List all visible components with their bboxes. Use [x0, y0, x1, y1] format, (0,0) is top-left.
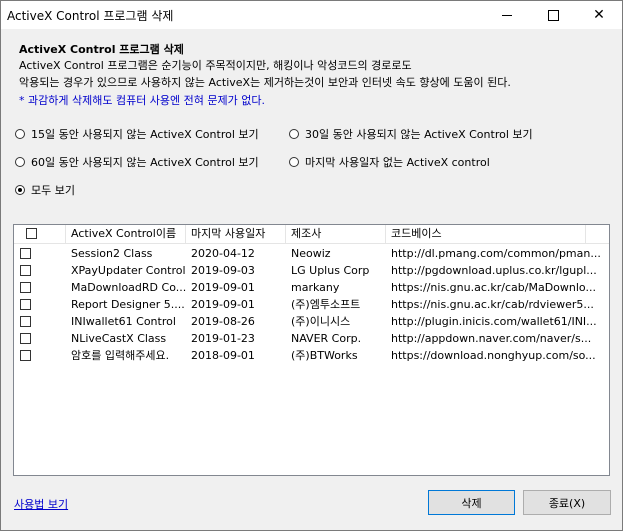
cell-name: Report Designer 5.... [71, 298, 185, 311]
table-row[interactable]: XPayUpdater Control 2019-09-03 LG Uplus … [14, 262, 609, 279]
cell-name: Session2 Class [71, 247, 153, 260]
cell-codebase: https://nis.gnu.ac.kr/cab/rdviewer5... [391, 298, 594, 311]
radio-show-all[interactable]: 모두 보기 [15, 182, 75, 198]
list-header: ActiveX Control이름 마지막 사용일자 제조사 코드베이스 [14, 225, 609, 244]
row-checkbox[interactable] [20, 248, 31, 259]
radio-30-days-label: 30일 동안 사용되지 않는 ActiveX Control 보기 [305, 128, 533, 141]
cell-vendor: LG Uplus Corp [291, 264, 370, 277]
radio-30-days-indicator[interactable] [289, 129, 299, 139]
maximize-icon [547, 9, 559, 21]
radio-60-days-label: 60일 동안 사용되지 않는 ActiveX Control 보기 [31, 156, 259, 169]
column-header-date[interactable]: 마지막 사용일자 [186, 225, 286, 243]
cell-date: 2020-04-12 [191, 247, 255, 260]
table-row[interactable]: MaDownloadRD Co... 2019-09-01 markany ht… [14, 279, 609, 296]
cell-name: 암호를 입력해주세요. [71, 349, 170, 362]
activex-list[interactable]: ActiveX Control이름 마지막 사용일자 제조사 코드베이스 Ses… [13, 224, 610, 476]
cell-codebase: https://download.nonghyup.com/so... [391, 349, 596, 362]
minimize-icon [502, 14, 512, 16]
radio-15-days[interactable]: 15일 동안 사용되지 않는 ActiveX Control 보기 [15, 126, 259, 142]
cell-codebase: http://appdown.naver.com/naver/s... [391, 332, 592, 345]
cell-codebase: http://plugin.inicis.com/wallet61/INI... [391, 315, 597, 328]
radio-no-date-indicator[interactable] [289, 157, 299, 167]
cell-date: 2019-01-23 [191, 332, 255, 345]
radio-show-all-indicator[interactable] [15, 185, 25, 195]
cell-date: 2019-09-03 [191, 264, 255, 277]
cell-name: NLiveCastX Class [71, 332, 167, 345]
select-all-checkbox[interactable] [26, 228, 37, 239]
close-icon: ✕ [593, 7, 605, 23]
cell-name: MaDownloadRD Co... [71, 281, 186, 294]
column-header-name[interactable]: ActiveX Control이름 [66, 225, 186, 243]
radio-no-date-label: 마지막 사용일자 없는 ActiveX control [305, 156, 490, 169]
minimize-button[interactable] [484, 1, 530, 29]
header-select-all-cell[interactable] [14, 225, 66, 243]
cell-vendor: markany [291, 281, 340, 294]
cell-codebase: https://nis.gnu.ac.kr/cab/MaDownlo... [391, 281, 596, 294]
radio-60-days-indicator[interactable] [15, 157, 25, 167]
cell-name: INIwallet61 Control [71, 315, 176, 328]
row-checkbox[interactable] [20, 299, 31, 310]
row-checkbox[interactable] [20, 282, 31, 293]
exit-button[interactable]: 종료(X) [523, 490, 611, 515]
column-header-vendor[interactable]: 제조사 [286, 225, 386, 243]
description-line-2: 악용되는 경우가 있으므로 사용하지 않는 ActiveX는 제거하는것이 보안… [19, 76, 511, 89]
table-row[interactable]: Report Designer 5.... 2019-09-01 (주)엠투소프… [14, 296, 609, 313]
cell-name: XPayUpdater Control [71, 264, 186, 277]
row-checkbox[interactable] [20, 316, 31, 327]
cell-date: 2018-09-01 [191, 349, 255, 362]
title-bar[interactable]: ActiveX Control 프로그램 삭제 ✕ [1, 1, 622, 29]
delete-button-label: 삭제 [461, 496, 482, 510]
cell-date: 2019-09-01 [191, 298, 255, 311]
table-row[interactable]: NLiveCastX Class 2019-01-23 NAVER Corp. … [14, 330, 609, 347]
column-header-codebase[interactable]: 코드베이스 [386, 225, 586, 243]
cell-vendor: Neowiz [291, 247, 331, 260]
radio-60-days[interactable]: 60일 동안 사용되지 않는 ActiveX Control 보기 [15, 154, 259, 170]
cell-vendor: (주)이니시스 [291, 315, 351, 328]
table-row[interactable]: 암호를 입력해주세요. 2018-09-01 (주)BTWorks https:… [14, 347, 609, 364]
cell-vendor: (주)엠투소프트 [291, 298, 361, 311]
cell-codebase: http://pgdownload.uplus.co.kr/lgupl... [391, 264, 597, 277]
exit-button-label: 종료(X) [548, 496, 586, 510]
help-link[interactable]: 사용법 보기 [14, 496, 68, 512]
cell-vendor: (주)BTWorks [291, 349, 358, 362]
section-title: ActiveX Control 프로그램 삭제 [19, 43, 184, 56]
radio-30-days[interactable]: 30일 동안 사용되지 않는 ActiveX Control 보기 [289, 126, 533, 142]
dialog-window: ActiveX Control 프로그램 삭제 ✕ ActiveX Contro… [0, 0, 623, 531]
table-row[interactable]: INIwallet61 Control 2019-08-26 (주)이니시스 h… [14, 313, 609, 330]
row-checkbox[interactable] [20, 333, 31, 344]
table-row[interactable]: Session2 Class 2020-04-12 Neowiz http://… [14, 245, 609, 262]
radio-15-days-indicator[interactable] [15, 129, 25, 139]
row-checkbox[interactable] [20, 350, 31, 361]
note-text: * 과감하게 삭제해도 컴퓨터 사용엔 전혀 문제가 없다. [19, 94, 265, 107]
cell-date: 2019-09-01 [191, 281, 255, 294]
maximize-button[interactable] [530, 1, 576, 29]
radio-show-all-label: 모두 보기 [31, 184, 75, 197]
description-line-1: ActiveX Control 프로그램은 순기능이 주목적이지만, 해킹이나 … [19, 59, 412, 72]
radio-15-days-label: 15일 동안 사용되지 않는 ActiveX Control 보기 [31, 128, 259, 141]
cell-date: 2019-08-26 [191, 315, 255, 328]
close-window-button[interactable]: ✕ [576, 1, 622, 29]
cell-vendor: NAVER Corp. [291, 332, 362, 345]
window-title: ActiveX Control 프로그램 삭제 [7, 9, 174, 23]
cell-codebase: http://dl.pmang.com/common/pman... [391, 247, 601, 260]
delete-button[interactable]: 삭제 [428, 490, 515, 515]
radio-no-date[interactable]: 마지막 사용일자 없는 ActiveX control [289, 154, 490, 170]
row-checkbox[interactable] [20, 265, 31, 276]
